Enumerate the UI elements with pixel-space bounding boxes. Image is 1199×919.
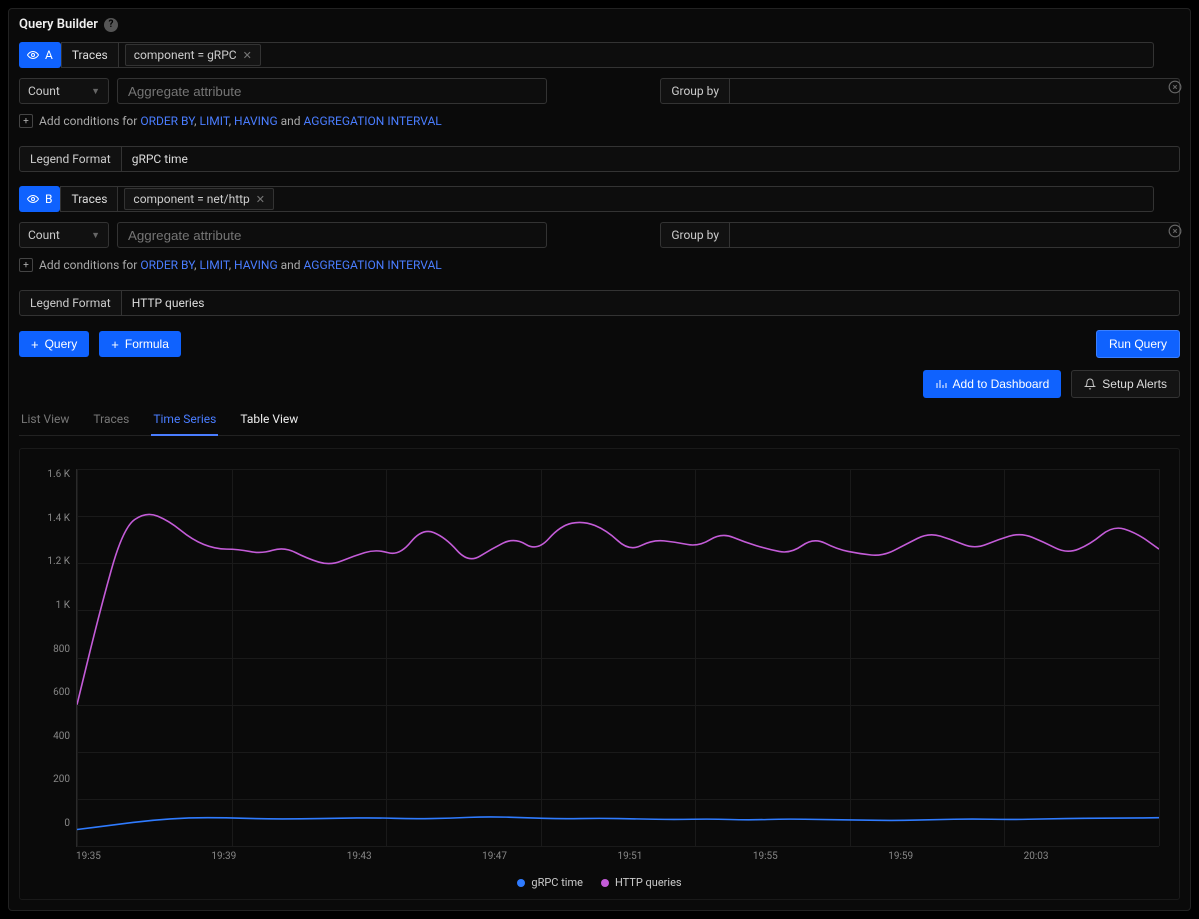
plus-icon: + bbox=[111, 338, 119, 351]
filter-input[interactable]: component = gRPC ✕ bbox=[119, 42, 1154, 68]
y-tick: 1.4 K bbox=[47, 513, 70, 524]
panel-title: Query Builder bbox=[19, 17, 98, 32]
add-formula-button[interactable]: +Formula bbox=[99, 331, 181, 357]
y-tick: 400 bbox=[53, 731, 70, 742]
query-block-a: A Traces component = gRPC ✕ Count ▼ bbox=[19, 42, 1180, 172]
orderby-link[interactable]: ORDER BY bbox=[140, 258, 194, 272]
conditions-row: + Add conditions for ORDER BY, LIMIT, HA… bbox=[19, 114, 1180, 128]
y-tick: 0 bbox=[64, 818, 70, 829]
plot-area[interactable] bbox=[76, 469, 1159, 847]
y-tick: 200 bbox=[53, 774, 70, 785]
query-letter-badge[interactable]: A bbox=[19, 42, 61, 68]
groupby-input[interactable] bbox=[730, 222, 1180, 248]
legend-label-text: gRPC time bbox=[531, 876, 583, 889]
legend-format-label: Legend Format bbox=[19, 290, 122, 316]
y-tick: 800 bbox=[53, 644, 70, 655]
series-line bbox=[77, 817, 1159, 830]
run-query-button[interactable]: Run Query bbox=[1096, 330, 1180, 358]
query-block-b: B Traces component = net/http ✕ Count ▼ bbox=[19, 186, 1180, 316]
remove-query-icon[interactable] bbox=[1166, 78, 1184, 96]
y-tick: 1 K bbox=[56, 600, 70, 611]
having-link[interactable]: HAVING bbox=[234, 114, 278, 128]
x-tick: 19:47 bbox=[482, 851, 617, 862]
y-tick: 600 bbox=[53, 687, 70, 698]
x-tick: 19:43 bbox=[347, 851, 482, 862]
x-tick: 19:51 bbox=[618, 851, 753, 862]
add-query-button[interactable]: +Query bbox=[19, 331, 89, 357]
chart-icon bbox=[935, 378, 947, 390]
add-to-dashboard-button[interactable]: Add to Dashboard bbox=[923, 370, 1062, 398]
limit-link[interactable]: LIMIT bbox=[200, 258, 229, 272]
filter-input[interactable]: component = net/http ✕ bbox=[118, 186, 1154, 212]
x-tick: 19:39 bbox=[211, 851, 346, 862]
groupby-input[interactable] bbox=[730, 78, 1180, 104]
having-link[interactable]: HAVING bbox=[234, 258, 278, 272]
limit-link[interactable]: LIMIT bbox=[200, 114, 229, 128]
filter-chip[interactable]: component = net/http ✕ bbox=[124, 188, 274, 210]
query-id: B bbox=[45, 192, 52, 206]
query-id: A bbox=[45, 48, 53, 62]
query-letter-badge[interactable]: B bbox=[19, 186, 60, 212]
x-tick: 19:59 bbox=[888, 851, 1023, 862]
y-tick: 1.2 K bbox=[47, 556, 70, 567]
expand-conditions-icon[interactable]: + bbox=[19, 258, 33, 272]
remove-query-icon[interactable] bbox=[1166, 222, 1184, 240]
x-tick: 19:55 bbox=[753, 851, 888, 862]
tab-table-view[interactable]: Table View bbox=[238, 404, 300, 435]
chart-panel: 1.6 K1.4 K1.2 K1 K8006004002000 19:3519:… bbox=[19, 448, 1180, 900]
bell-icon bbox=[1084, 378, 1096, 390]
expand-conditions-icon[interactable]: + bbox=[19, 114, 33, 128]
legend-format-label: Legend Format bbox=[19, 146, 122, 172]
agg-interval-link[interactable]: AGGREGATION INTERVAL bbox=[304, 114, 442, 128]
x-axis: 19:3519:3919:4319:4719:5119:5519:5920:03 bbox=[40, 851, 1159, 862]
panel-header: Query Builder ? bbox=[19, 17, 1180, 32]
eye-icon bbox=[27, 49, 39, 61]
chart-legend: gRPC time HTTP queries bbox=[40, 876, 1159, 889]
tab-list-view[interactable]: List View bbox=[19, 404, 71, 435]
x-tick: 20:03 bbox=[1024, 851, 1159, 862]
aggregate-attribute-input[interactable] bbox=[117, 78, 547, 104]
y-tick: 1.6 K bbox=[47, 469, 70, 480]
legend-format-input[interactable]: HTTP queries bbox=[122, 290, 1180, 316]
aggregate-select[interactable]: Count ▼ bbox=[19, 222, 109, 248]
help-icon[interactable]: ? bbox=[104, 18, 118, 32]
tab-time-series[interactable]: Time Series bbox=[151, 404, 218, 436]
groupby-label: Group by bbox=[660, 78, 730, 104]
query-builder-panel: Query Builder ? A Traces component = gRP… bbox=[8, 8, 1191, 911]
agg-interval-link[interactable]: AGGREGATION INTERVAL bbox=[304, 258, 442, 272]
chevron-down-icon: ▼ bbox=[91, 230, 100, 241]
legend-dot bbox=[517, 879, 525, 887]
aggregate-select[interactable]: Count ▼ bbox=[19, 78, 109, 104]
source-selector[interactable]: Traces bbox=[60, 186, 118, 212]
x-tick: 19:35 bbox=[76, 851, 211, 862]
legend-dot bbox=[601, 879, 609, 887]
aggregate-attribute-input[interactable] bbox=[117, 222, 547, 248]
legend-format-input[interactable]: gRPC time bbox=[122, 146, 1180, 172]
eye-icon bbox=[27, 193, 39, 205]
remove-chip-icon[interactable]: ✕ bbox=[256, 193, 265, 206]
groupby-label: Group by bbox=[660, 222, 730, 248]
y-axis: 1.6 K 1.4 K 1.2 K 1 K 800 600 400 200 0 bbox=[40, 469, 76, 847]
setup-alerts-button[interactable]: Setup Alerts bbox=[1071, 370, 1180, 398]
legend-label-text: HTTP queries bbox=[615, 876, 682, 889]
tab-traces[interactable]: Traces bbox=[91, 404, 131, 435]
view-tabs: List View Traces Time Series Table View bbox=[19, 404, 1180, 436]
remove-chip-icon[interactable]: ✕ bbox=[243, 49, 252, 62]
line-chart-svg bbox=[77, 469, 1159, 846]
plus-icon: + bbox=[31, 338, 39, 351]
legend-item[interactable]: gRPC time bbox=[517, 876, 583, 889]
chevron-down-icon: ▼ bbox=[91, 86, 100, 97]
series-line bbox=[77, 514, 1159, 704]
filter-chip[interactable]: component = gRPC ✕ bbox=[125, 44, 261, 66]
legend-item[interactable]: HTTP queries bbox=[601, 876, 682, 889]
orderby-link[interactable]: ORDER BY bbox=[140, 114, 194, 128]
source-selector[interactable]: Traces bbox=[61, 42, 119, 68]
conditions-row: + Add conditions for ORDER BY, LIMIT, HA… bbox=[19, 258, 1180, 272]
